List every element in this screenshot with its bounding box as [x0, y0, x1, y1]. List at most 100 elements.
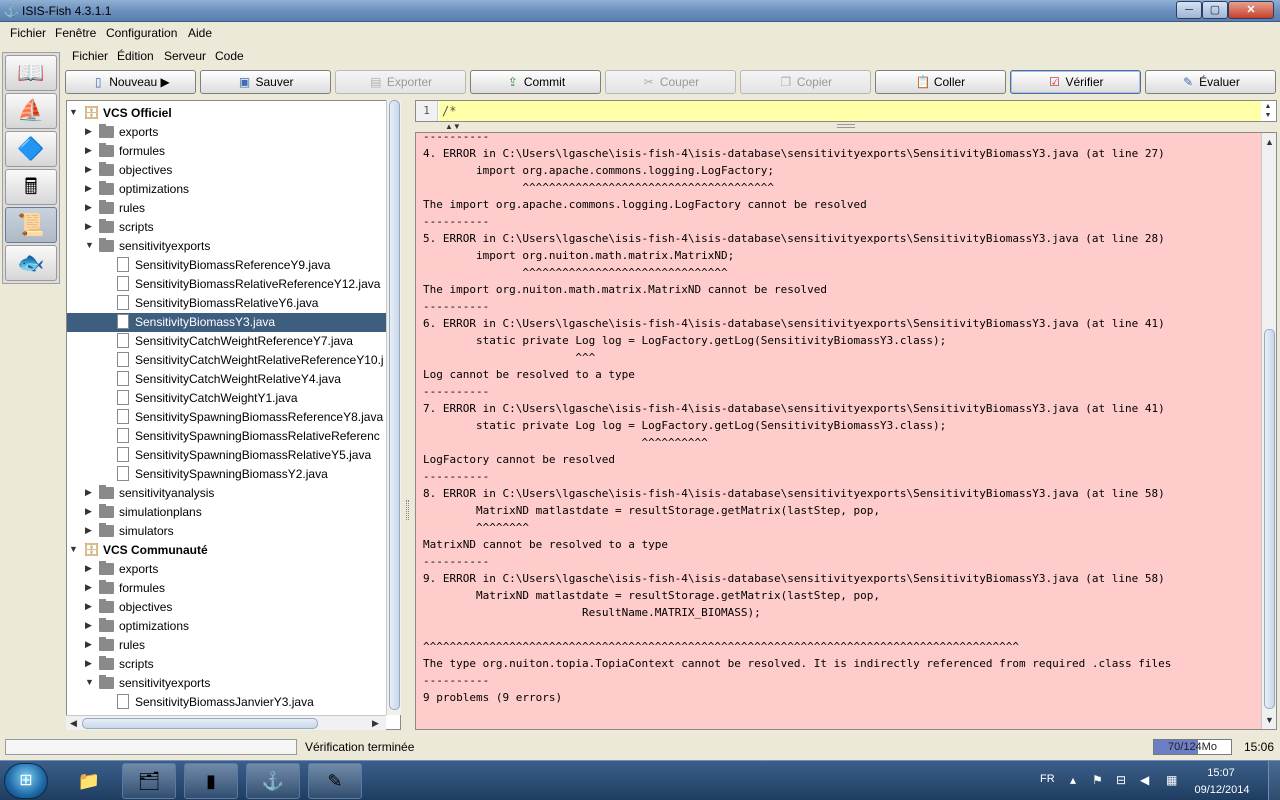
expand-toggle-icon[interactable]: ▶ [85, 126, 92, 137]
tree-folder-item[interactable]: ▶ objectives [67, 161, 387, 180]
tree-hscroll-thumb[interactable] [82, 718, 318, 729]
collapse-toggle-icon[interactable]: ▼ [69, 107, 78, 117]
tree-file-item[interactable]: SensitivityBiomassReferenceY9.java [67, 256, 387, 275]
network-icon[interactable]: ⊟ [1116, 773, 1126, 787]
red-fish-icon[interactable]: 🐟 [5, 245, 57, 281]
script-editor-icon[interactable]: 📜 [5, 207, 57, 243]
expand-toggle-icon[interactable]: ▶ [85, 183, 92, 194]
expand-toggle-icon[interactable]: ▶ [85, 487, 92, 498]
tree-folder-item[interactable]: ▶ rules [67, 636, 387, 655]
tree-folder-item[interactable]: ▼ sensitivityexports [67, 237, 387, 256]
output-vertical-scrollbar[interactable]: ▲ ▼ [1261, 133, 1276, 729]
verifier-button[interactable]: ☑ Vérifier [1010, 70, 1141, 94]
expand-toggle-icon[interactable]: ▶ [85, 202, 92, 213]
expand-toggle-icon[interactable]: ▶ [85, 658, 92, 669]
expand-toggle-icon[interactable]: ▶ [85, 601, 92, 612]
copier-button[interactable]: ❐ Copier [740, 70, 871, 94]
tree-file-item[interactable]: SensitivityBiomassRelativeReferenceY12.j… [67, 275, 387, 294]
calculator-icon[interactable]: 🖩 [5, 169, 57, 205]
tray-date[interactable]: 09/12/2014 [1190, 784, 1254, 796]
tree-folder-item[interactable]: ▶ simulators [67, 522, 387, 541]
tree-root-item[interactable]: ▼ 🗄 VCS Officiel [67, 104, 387, 123]
couper-button[interactable]: ✂ Couper [605, 70, 736, 94]
folder-notes-icon[interactable]: 📁 [62, 763, 116, 799]
tree-folder-item[interactable]: ▶ exports [67, 560, 387, 579]
maximize-button[interactable]: ▢ [1202, 1, 1228, 19]
editor-scroll-arrows-icon[interactable]: ▲ ▼ [1261, 102, 1275, 120]
tree-folder-item[interactable]: ▶ exports [67, 123, 387, 142]
script-tree[interactable]: ▼ 🗄 VCS Officiel ▶ exports ▶ formules ▶ objectiv… [66, 100, 401, 730]
tree-file-item[interactable]: SensitivityBiomassY3.java [67, 313, 387, 332]
evaluer-button[interactable]: ✎ Évaluer [1145, 70, 1276, 94]
start-button[interactable]: ⊞ [4, 763, 48, 799]
split-pane-divider[interactable] [403, 100, 413, 730]
tree-root-item[interactable]: ▼ 🗄 VCS Communauté [67, 541, 387, 560]
menu-edition[interactable]: Édition [117, 49, 154, 63]
fish-ladder-icon[interactable]: 🔷 [5, 131, 57, 167]
scroll-down-icon[interactable]: ▼ [1265, 715, 1274, 725]
current-line[interactable]: /* [439, 101, 1261, 121]
tree-folder-item[interactable]: ▶ formules [67, 579, 387, 598]
menu-code[interactable]: Code [215, 49, 244, 63]
show-desktop-button[interactable] [1268, 761, 1280, 800]
output-vscroll-thumb[interactable] [1264, 329, 1275, 709]
tree-vscroll-thumb[interactable] [389, 100, 400, 710]
collapse-toggle-icon[interactable]: ▼ [85, 240, 94, 250]
tree-horizontal-scrollbar[interactable]: ◀ ▶ [66, 715, 386, 730]
tree-file-item[interactable]: SensitivitySpawningBiomassRelativeRefere… [67, 427, 387, 446]
tree-file-item[interactable]: SensitivitySpawningBiomassReferenceY8.ja… [67, 408, 387, 427]
exporter-button[interactable]: ▤ Exporter [335, 70, 466, 94]
tree-file-item[interactable]: SensitivityBiomassRelativeY6.java [67, 294, 387, 313]
menu-configuration[interactable]: Configuration [106, 26, 177, 40]
tree-file-item[interactable]: SensitivityCatchWeightReferenceY7.java [67, 332, 387, 351]
network-status-icon[interactable]: ▦ [1166, 773, 1177, 787]
tree-file-item[interactable]: SensitivitySpawningBiomassRelativeY5.jav… [67, 446, 387, 465]
code-editor[interactable]: 1 /* ▲ ▼ [415, 100, 1277, 122]
isis-fish-icon[interactable]: ⚓ [246, 763, 300, 799]
scroll-left-icon[interactable]: ◀ [70, 718, 77, 729]
tree-folder-item[interactable]: ▶ optimizations [67, 180, 387, 199]
window-titlebar[interactable]: ⚓ ISIS-Fish 4.3.1.1 ─ ▢ ✕ [0, 0, 1280, 22]
scroll-up-icon[interactable]: ▲ [1265, 137, 1274, 147]
tree-folder-item[interactable]: ▶ optimizations [67, 617, 387, 636]
notepad-plus-plus-icon[interactable]: ✎ [308, 763, 362, 799]
expand-toggle-icon[interactable]: ▶ [85, 506, 92, 517]
tree-folder-item[interactable]: ▶ formules [67, 142, 387, 161]
sauver-button[interactable]: ▣ Sauver [200, 70, 331, 94]
coller-button[interactable]: 📋 Coller [875, 70, 1006, 94]
tray-expand-icon[interactable]: ▴ [1070, 773, 1076, 787]
command-prompt-icon[interactable]: ▮ [184, 763, 238, 799]
editor-output-divider[interactable]: ▲▼ [415, 122, 1277, 132]
minimize-button[interactable]: ─ [1176, 1, 1202, 19]
menu-aide[interactable]: Aide [188, 26, 212, 40]
tree-folder-item[interactable]: ▶ simulationplans [67, 503, 387, 522]
menu-serveur[interactable]: Serveur [164, 49, 206, 63]
scroll-right-icon[interactable]: ▶ [372, 718, 379, 729]
action-center-flag-icon[interactable]: ⚑ [1092, 773, 1103, 787]
tree-folder-item[interactable]: ▶ rules [67, 199, 387, 218]
tree-folder-item[interactable]: ▶ sensitivityanalysis [67, 484, 387, 503]
menu-fichier[interactable]: Fichier [10, 26, 46, 40]
tree-file-item[interactable]: SensitivityCatchWeightRelativeReferenceY… [67, 351, 387, 370]
commit-button[interactable]: ⇪ Commit [470, 70, 601, 94]
tree-folder-item[interactable]: ▶ scripts [67, 655, 387, 674]
tree-folder-item[interactable]: ▼ sensitivityexports [67, 674, 387, 693]
expand-toggle-icon[interactable]: ▶ [85, 639, 92, 650]
expand-toggle-icon[interactable]: ▶ [85, 582, 92, 593]
language-indicator[interactable]: FR [1040, 773, 1055, 785]
file-explorer-icon[interactable]: 🗂 [122, 763, 176, 799]
menu-fichier-editor[interactable]: Fichier [72, 49, 108, 63]
collapse-toggle-icon[interactable]: ▼ [85, 677, 94, 687]
tree-folder-item[interactable]: ▶ objectives [67, 598, 387, 617]
expand-toggle-icon[interactable]: ▶ [85, 620, 92, 631]
close-button[interactable]: ✕ [1228, 1, 1274, 19]
nouveau-button[interactable]: ▯ Nouveau ▶ [65, 70, 196, 94]
expand-toggle-icon[interactable]: ▶ [85, 145, 92, 156]
tree-file-item[interactable]: SensitivityCatchWeightY1.java [67, 389, 387, 408]
tree-file-item[interactable]: SensitivityCatchWeightRelativeY4.java [67, 370, 387, 389]
expand-toggle-icon[interactable]: ▶ [85, 221, 92, 232]
book-icon[interactable]: 📖 [5, 55, 57, 91]
expand-toggle-icon[interactable]: ▶ [85, 563, 92, 574]
tree-folder-item[interactable]: ▶ scripts [67, 218, 387, 237]
menu-fenetre[interactable]: Fenêtre [55, 26, 96, 40]
